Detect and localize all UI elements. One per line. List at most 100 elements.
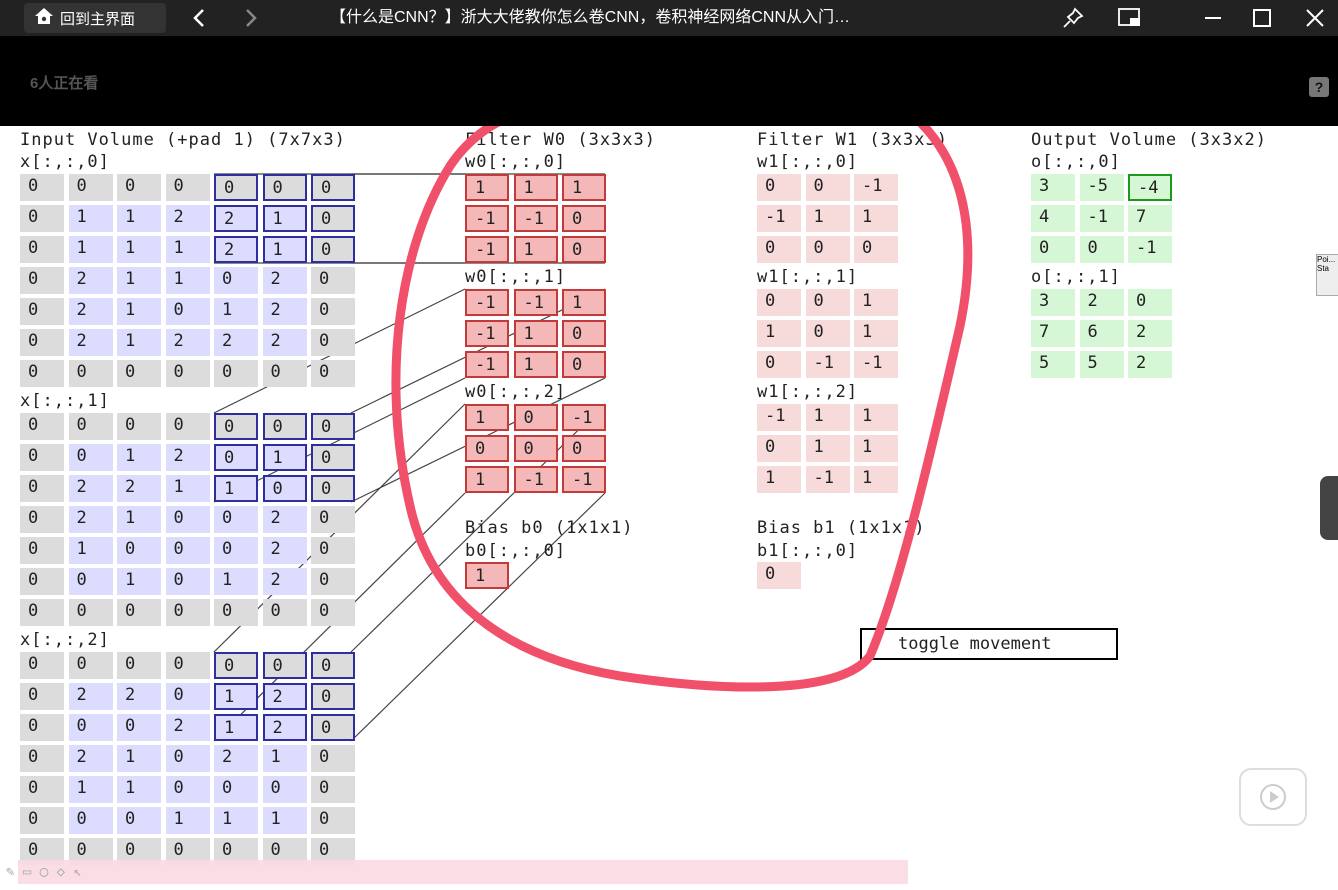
input-cell: 0	[165, 537, 210, 564]
input-cell: 0	[20, 714, 64, 741]
filter-w0-cell: -1	[513, 466, 558, 493]
home-icon	[34, 7, 54, 30]
pin-icon	[1063, 7, 1084, 28]
filter-w1-cell: 1	[854, 466, 898, 493]
input-cell: 0	[20, 267, 64, 294]
input-cell: 2	[262, 298, 307, 325]
input-cell: 1	[68, 236, 113, 263]
input-cell: 0	[165, 683, 210, 710]
input-cell: 1	[117, 776, 161, 803]
filter-w1-slice-label: w1[:,:,1]	[757, 267, 859, 287]
filter-w0-cell: 0	[513, 404, 558, 431]
filter-w0-cell: 1	[513, 236, 558, 263]
minimize-button[interactable]	[1196, 3, 1230, 33]
input-cell: 0	[68, 714, 113, 741]
filter-w1-cell: 0	[854, 236, 898, 263]
input-slice-label: x[:,:,0]	[20, 152, 110, 172]
input-cell: 2	[117, 475, 161, 502]
output-cell: 7	[1128, 205, 1172, 232]
toggle-movement-button[interactable]: toggle movement	[860, 628, 1118, 660]
input-cell: 1	[214, 714, 258, 741]
filter-w1-cell: 1	[854, 320, 898, 347]
side-collapse-tab[interactable]	[1320, 476, 1338, 540]
pin-button[interactable]	[1056, 3, 1090, 33]
input-cell: 0	[214, 360, 258, 387]
input-cell: 0	[20, 745, 64, 772]
output-cell: 7	[1031, 320, 1075, 347]
filter-w0-cell: -1	[465, 205, 509, 232]
input-cell: 0	[262, 652, 307, 679]
back-button[interactable]	[184, 3, 214, 33]
filter-w0-cell: 0	[562, 435, 606, 462]
input-cell: 1	[117, 205, 161, 232]
input-cell: 1	[117, 298, 161, 325]
filter-w0-cell: 0	[562, 351, 606, 378]
close-icon	[1306, 9, 1324, 27]
play-button[interactable]	[1239, 768, 1307, 826]
filter-w1-cell: 1	[805, 205, 850, 232]
filter-w1-cell: 1	[805, 404, 850, 431]
input-slice-label: x[:,:,1]	[20, 391, 110, 411]
close-button[interactable]	[1298, 3, 1332, 33]
forward-button[interactable]	[236, 3, 266, 33]
input-cell: 0	[214, 599, 258, 626]
input-cell: 0	[20, 599, 64, 626]
input-cell: 0	[262, 599, 307, 626]
filter-w1-cell: 0	[757, 351, 801, 378]
filter-w1-cell: 0	[757, 435, 801, 462]
output-cell: 0	[1128, 289, 1172, 316]
input-cell: 2	[262, 267, 307, 294]
input-cell: 1	[165, 807, 210, 834]
input-cell: 0	[311, 506, 355, 533]
input-cell: 1	[214, 568, 258, 595]
filter-w0-cell: 0	[562, 205, 606, 232]
filter-w1-cell: 1	[854, 404, 898, 431]
filter-w1-cell: 0	[757, 289, 801, 316]
input-cell: 0	[214, 174, 258, 201]
filter-w1-cell: 1	[757, 466, 801, 493]
input-cell: 0	[311, 683, 355, 710]
maximize-button[interactable]	[1245, 3, 1279, 33]
filter-w1-cell: 1	[854, 205, 898, 232]
input-cell: 2	[68, 683, 113, 710]
filter-w0-cell: -1	[513, 289, 558, 316]
home-button-label: 回到主界面	[60, 10, 136, 28]
input-cell: 0	[117, 537, 161, 564]
bias-b0-cell: 1	[465, 562, 509, 589]
input-cell: 0	[262, 174, 307, 201]
input-cell: 0	[68, 568, 113, 595]
filter-w1-cell: -1	[757, 404, 801, 431]
input-cell: 1	[117, 506, 161, 533]
output-cell: 2	[1128, 320, 1172, 347]
input-slice-label: x[:,:,2]	[20, 630, 110, 650]
input-cell: 0	[20, 444, 64, 471]
output-cell: -5	[1079, 174, 1124, 201]
filter-w1-cell: 0	[805, 174, 850, 201]
help-icon[interactable]: ?	[1309, 77, 1329, 97]
input-cell: 0	[20, 537, 64, 564]
input-cell: 0	[20, 360, 64, 387]
input-cell: 2	[214, 745, 258, 772]
input-cell: 1	[262, 236, 307, 263]
filter-w0-slice-label: w0[:,:,1]	[465, 267, 567, 287]
filter-w0-cell: -1	[465, 289, 509, 316]
input-cell: 0	[311, 807, 355, 834]
input-cell: 0	[20, 568, 64, 595]
input-cell: 0	[311, 329, 355, 356]
input-cell: 0	[311, 652, 355, 679]
input-cell: 1	[117, 745, 161, 772]
filter-w1-slice-label: w1[:,:,0]	[757, 152, 859, 172]
input-cell: 0	[117, 652, 161, 679]
filter-w1-cell: 1	[854, 435, 898, 462]
input-cell: 0	[311, 568, 355, 595]
input-cell: 1	[68, 205, 113, 232]
input-cell: 1	[262, 807, 307, 834]
input-cell: 0	[311, 205, 355, 232]
input-cell: 0	[311, 236, 355, 263]
filter-w0-cell: 1	[465, 174, 509, 201]
picture-in-picture-button[interactable]	[1113, 3, 1147, 33]
home-button[interactable]: 回到主界面	[24, 3, 166, 33]
input-cell: 0	[20, 174, 64, 201]
input-cell: 0	[165, 413, 210, 440]
input-cell: 2	[214, 329, 258, 356]
